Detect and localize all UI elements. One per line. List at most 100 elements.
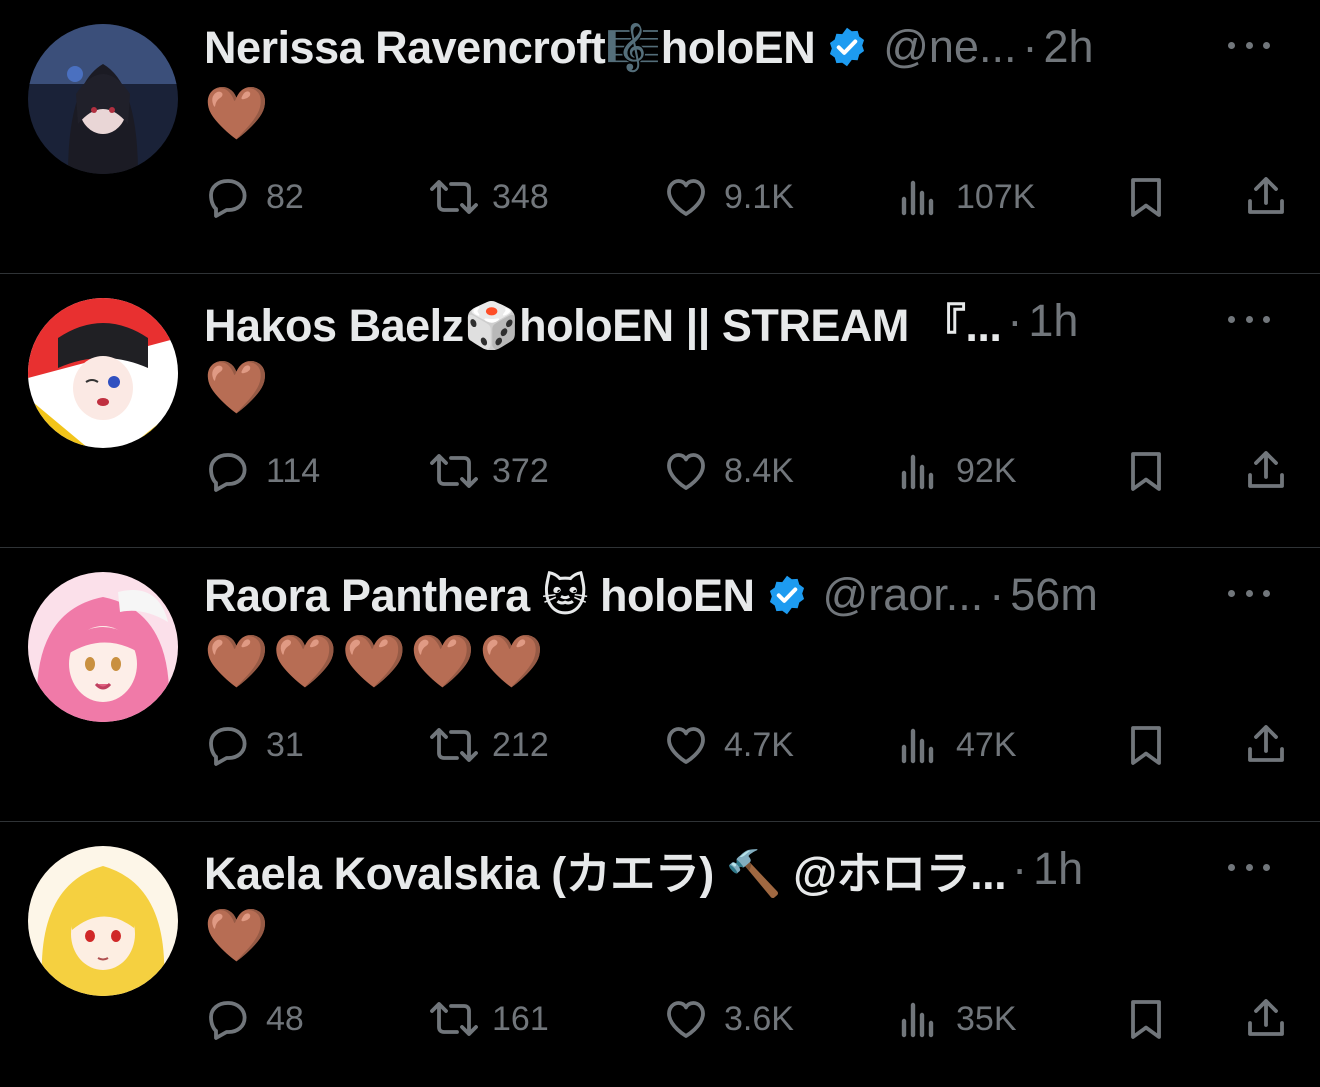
user-handle[interactable]: @raor...	[823, 569, 984, 621]
reply-button[interactable]: 31	[204, 716, 304, 774]
tweet[interactable]: Kaela Kovalskia (カエラ) 🔨 @ホロラ... · 1h 🤎 4…	[0, 822, 1320, 1087]
bookmark-button[interactable]	[1122, 442, 1170, 500]
views-button[interactable]: 92K	[894, 442, 1017, 500]
share-icon	[1242, 173, 1290, 221]
separator-dot: ·	[1012, 843, 1028, 894]
share-button[interactable]	[1242, 168, 1290, 226]
share-icon	[1242, 447, 1290, 495]
display-name[interactable]: Hakos Baelz🎲holoEN || STREAM 『...	[204, 292, 1002, 351]
reply-button[interactable]: 114	[204, 442, 320, 500]
like-count: 3.6K	[724, 999, 794, 1038]
views-count: 35K	[956, 999, 1017, 1038]
retweet-icon	[430, 721, 478, 769]
like-button[interactable]: 3.6K	[662, 990, 794, 1048]
tweet-header: Kaela Kovalskia (カエラ) 🔨 @ホロラ... · 1h	[204, 840, 1190, 898]
reply-icon	[204, 721, 252, 769]
like-count: 9.1K	[724, 177, 794, 216]
verified-badge-icon	[765, 573, 809, 617]
tweet-text: 🤎	[204, 906, 273, 966]
reply-count: 114	[266, 451, 321, 490]
avatar[interactable]	[28, 846, 178, 996]
retweet-count: 212	[492, 725, 549, 764]
retweet-button[interactable]: 372	[430, 442, 549, 500]
verified-badge-icon	[825, 25, 869, 69]
tweet-text: 🤎	[204, 358, 273, 418]
heart-icon	[662, 721, 710, 769]
avatar[interactable]	[28, 572, 178, 722]
bookmark-icon	[1122, 447, 1170, 495]
tweet-header: Raora Panthera 🐱 holoEN @raor... · 56m	[204, 566, 1190, 624]
reply-count: 48	[266, 999, 304, 1038]
display-name[interactable]: Nerissa Ravencroft🎼holoEN	[204, 21, 816, 74]
tweet-header: Nerissa Ravencroft🎼holoEN @ne... · 2h	[204, 18, 1190, 76]
bookmark-button[interactable]	[1122, 990, 1170, 1048]
views-count: 92K	[956, 451, 1017, 490]
share-button[interactable]	[1242, 442, 1290, 500]
separator-dot: ·	[989, 569, 1005, 620]
more-options-icon[interactable]	[1228, 852, 1270, 882]
tweet-text: 🤎🤎🤎🤎🤎	[204, 632, 548, 692]
reply-button[interactable]: 82	[204, 168, 304, 226]
display-name[interactable]: Raora Panthera 🐱 holoEN	[204, 569, 755, 622]
heart-icon	[662, 173, 710, 221]
more-options-icon[interactable]	[1228, 30, 1270, 60]
more-options-icon[interactable]	[1228, 304, 1270, 334]
retweet-button[interactable]: 348	[430, 168, 549, 226]
views-icon	[894, 173, 942, 221]
bookmark-button[interactable]	[1122, 168, 1170, 226]
retweet-count: 161	[492, 999, 549, 1038]
tweet-feed: Nerissa Ravencroft🎼holoEN @ne... · 2h 🤎 …	[0, 0, 1320, 1087]
heart-icon	[662, 447, 710, 495]
retweet-count: 372	[492, 451, 549, 490]
bookmark-icon	[1122, 721, 1170, 769]
timestamp[interactable]: 1h	[1033, 843, 1083, 895]
avatar[interactable]	[28, 24, 178, 174]
share-button[interactable]	[1242, 716, 1290, 774]
tweet-actions: 82 348 9.1K 107K	[204, 168, 1290, 226]
retweet-icon	[430, 447, 478, 495]
reply-icon	[204, 173, 252, 221]
views-count: 47K	[956, 725, 1017, 764]
reply-count: 31	[266, 725, 304, 764]
share-button[interactable]	[1242, 990, 1290, 1048]
tweet-actions: 114 372 8.4K 92K	[204, 442, 1290, 500]
bookmark-icon	[1122, 995, 1170, 1043]
views-button[interactable]: 47K	[894, 716, 1017, 774]
views-icon	[894, 447, 942, 495]
more-options-icon[interactable]	[1228, 578, 1270, 608]
user-handle[interactable]: @ne...	[883, 21, 1016, 73]
share-icon	[1242, 995, 1290, 1043]
heart-icon	[662, 995, 710, 1043]
reply-button[interactable]: 48	[204, 990, 304, 1048]
retweet-icon	[430, 995, 478, 1043]
retweet-count: 348	[492, 177, 549, 216]
like-button[interactable]: 4.7K	[662, 716, 794, 774]
display-name[interactable]: Kaela Kovalskia (カエラ) 🔨 @ホロラ...	[204, 840, 1007, 899]
like-button[interactable]: 8.4K	[662, 442, 794, 500]
tweet[interactable]: Nerissa Ravencroft🎼holoEN @ne... · 2h 🤎 …	[0, 0, 1320, 274]
views-count: 107K	[956, 177, 1036, 216]
bookmark-icon	[1122, 173, 1170, 221]
separator-dot: ·	[1022, 21, 1038, 72]
views-button[interactable]: 35K	[894, 990, 1017, 1048]
views-button[interactable]: 107K	[894, 168, 1035, 226]
retweet-button[interactable]: 212	[430, 716, 549, 774]
timestamp[interactable]: 2h	[1043, 21, 1093, 73]
views-icon	[894, 721, 942, 769]
tweet[interactable]: Hakos Baelz🎲holoEN || STREAM 『... · 1h 🤎…	[0, 274, 1320, 548]
like-count: 4.7K	[724, 725, 794, 764]
avatar[interactable]	[28, 298, 178, 448]
timestamp[interactable]: 56m	[1010, 569, 1098, 621]
reply-icon	[204, 995, 252, 1043]
tweet-actions: 31 212 4.7K 47K	[204, 716, 1290, 774]
separator-dot: ·	[1007, 295, 1023, 346]
bookmark-button[interactable]	[1122, 716, 1170, 774]
reply-icon	[204, 447, 252, 495]
tweet-header: Hakos Baelz🎲holoEN || STREAM 『... · 1h	[204, 292, 1190, 350]
timestamp[interactable]: 1h	[1028, 295, 1078, 347]
like-button[interactable]: 9.1K	[662, 168, 794, 226]
tweet[interactable]: Raora Panthera 🐱 holoEN @raor... · 56m 🤎…	[0, 548, 1320, 822]
like-count: 8.4K	[724, 451, 794, 490]
views-icon	[894, 995, 942, 1043]
retweet-button[interactable]: 161	[430, 990, 549, 1048]
